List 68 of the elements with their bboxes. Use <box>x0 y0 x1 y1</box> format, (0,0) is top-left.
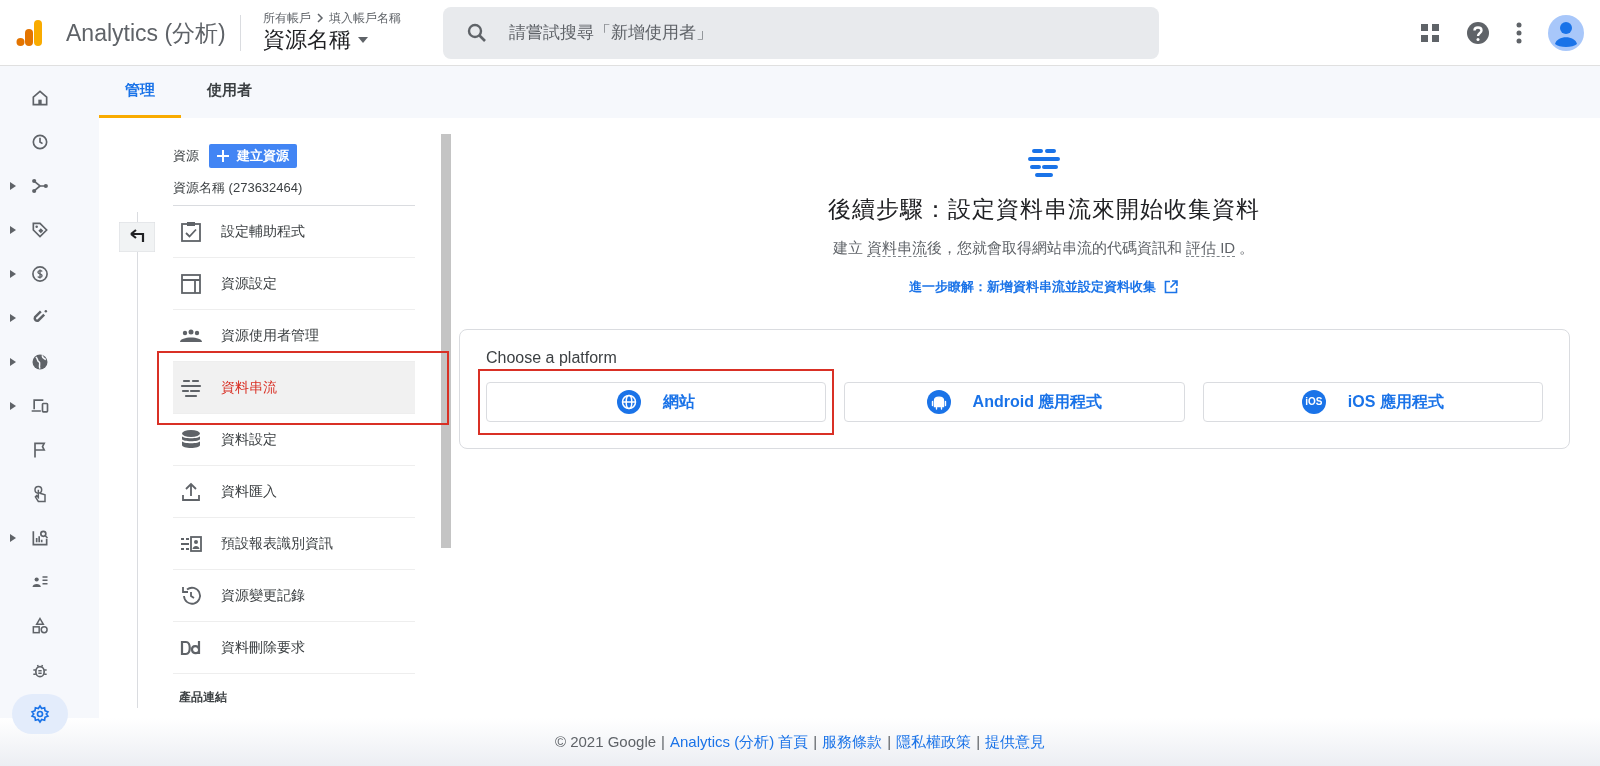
separator-text: | <box>976 731 981 752</box>
expand-caret-icon[interactable] <box>10 270 16 278</box>
menu-item[interactable]: 資料匯入 <box>173 466 415 518</box>
product-name: Analytics (分析) <box>66 14 241 51</box>
breadcrumb-link[interactable]: 所有帳戶 <box>262 10 311 25</box>
plus-icon <box>217 150 229 162</box>
nav-button[interactable] <box>12 694 68 734</box>
expand-caret-icon[interactable] <box>10 182 16 190</box>
branch-icon <box>30 176 50 196</box>
clock-icon <box>30 132 50 152</box>
footer-link[interactable]: Analytics (分析) 首頁 <box>670 730 809 754</box>
more-vert-icon[interactable] <box>1516 21 1522 44</box>
ios-icon: iOS <box>1301 389 1326 414</box>
menu-item[interactable]: 設定輔助程式 <box>173 206 415 258</box>
description: 建立 資料串流後，您就會取得網站串流的代碼資訊和 評估 ID 。 <box>832 237 1255 259</box>
layout-icon <box>179 271 203 296</box>
dropdown-caret-icon <box>356 35 369 44</box>
expand-caret-icon[interactable] <box>10 358 16 366</box>
expand-caret-icon[interactable] <box>10 534 16 542</box>
scrollbar[interactable] <box>441 134 451 548</box>
page-heading: 後續步驟：設定資料串流來開始收集資料 <box>827 195 1260 224</box>
section-label: 資源 <box>173 147 199 166</box>
menu-item[interactable]: 資料設定 <box>173 414 415 466</box>
report-icon <box>30 528 50 548</box>
breadcrumb-link[interactable]: 填入帳戶名稱 <box>328 10 401 25</box>
expand-caret-icon[interactable] <box>10 314 16 322</box>
create-property-button[interactable]: 建立資源 <box>209 144 297 168</box>
menu-item[interactable]: 資料刪除要求 <box>173 622 415 674</box>
menu-item[interactable]: 資料串流 <box>173 362 415 414</box>
menu-item[interactable]: 資源變更記錄 <box>173 570 415 622</box>
platform-button[interactable]: iOS iOS 應用程式 <box>1202 381 1543 422</box>
checklist-icon <box>179 219 203 244</box>
globe-icon <box>30 352 50 372</box>
footer-link[interactable]: 隱私權政策 <box>896 730 972 754</box>
streams-icon <box>1025 148 1062 178</box>
devices-icon <box>30 396 50 416</box>
search-field[interactable]: 請嘗試搜尋「新增使用者」 <box>442 6 1159 59</box>
separator-text: | <box>661 731 665 752</box>
globe-icon <box>617 389 642 414</box>
section-heading: 產品連結 <box>178 689 228 706</box>
back-arrow-icon[interactable] <box>119 222 155 252</box>
menu-item[interactable]: 預設報表識別資訊 <box>173 518 415 570</box>
home-icon <box>30 88 50 108</box>
tag-icon <box>30 220 50 240</box>
shapes-icon <box>30 616 50 636</box>
footer-link[interactable]: 提供意見 <box>985 730 1046 754</box>
card-title: Choose a platform <box>486 347 618 368</box>
avatar-icon[interactable] <box>1548 14 1584 51</box>
dollar-icon <box>30 264 50 284</box>
platform-button[interactable]: 網站 <box>486 381 827 422</box>
separator-text: | <box>813 731 818 752</box>
settings-icon <box>30 704 50 724</box>
copyright-text: © 2021 Google <box>554 731 657 752</box>
separator-text: | <box>887 731 892 752</box>
apps-grid-icon[interactable] <box>1420 22 1440 43</box>
expand-caret-icon[interactable] <box>10 226 16 234</box>
expand-caret-icon[interactable] <box>10 402 16 410</box>
menu-item[interactable]: 資源設定 <box>173 258 415 310</box>
property-selector[interactable]: 資源名稱 <box>262 24 401 55</box>
tab[interactable]: 使用者 <box>181 66 278 118</box>
learn-more-link[interactable]: 進一步瞭解：新增資料串流並設定資料收集 <box>909 277 1178 297</box>
property-name: 資源名稱 (273632464) <box>173 170 415 206</box>
platform-button[interactable]: Android 應用程式 <box>844 381 1185 422</box>
chevron-right-icon <box>314 12 325 23</box>
android-icon <box>926 389 951 414</box>
help-icon[interactable] <box>1466 20 1490 45</box>
external-link-icon <box>1164 279 1178 294</box>
footer-link[interactable]: 服務條款 <box>822 730 883 754</box>
